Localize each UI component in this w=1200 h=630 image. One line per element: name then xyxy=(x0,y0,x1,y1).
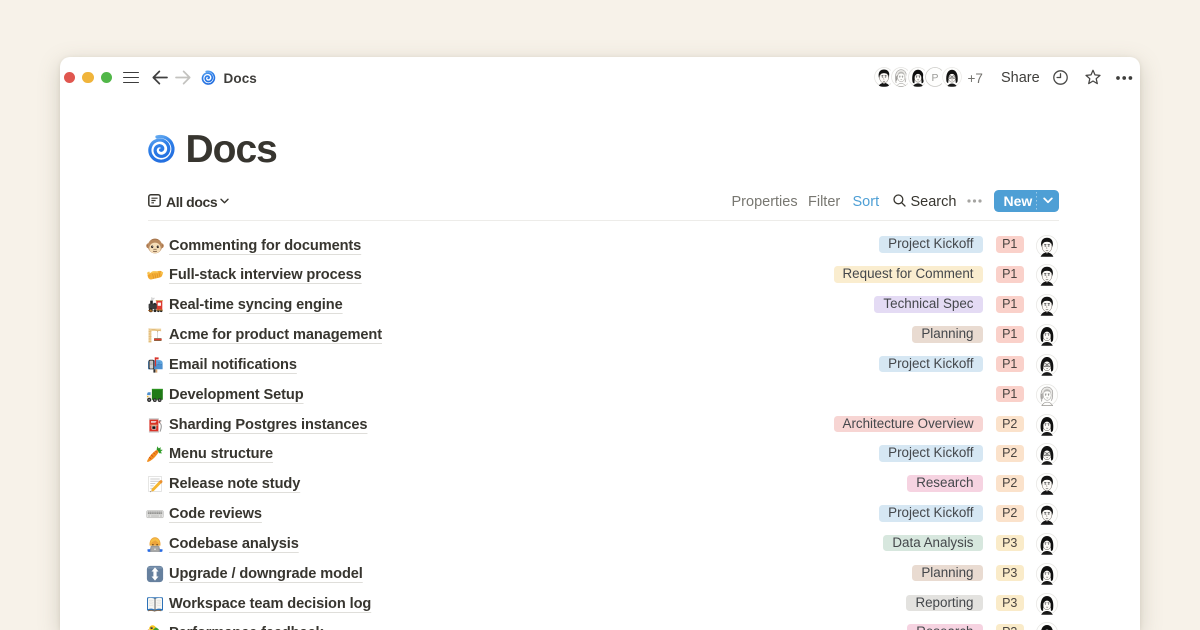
svg-text:P: P xyxy=(932,73,939,84)
